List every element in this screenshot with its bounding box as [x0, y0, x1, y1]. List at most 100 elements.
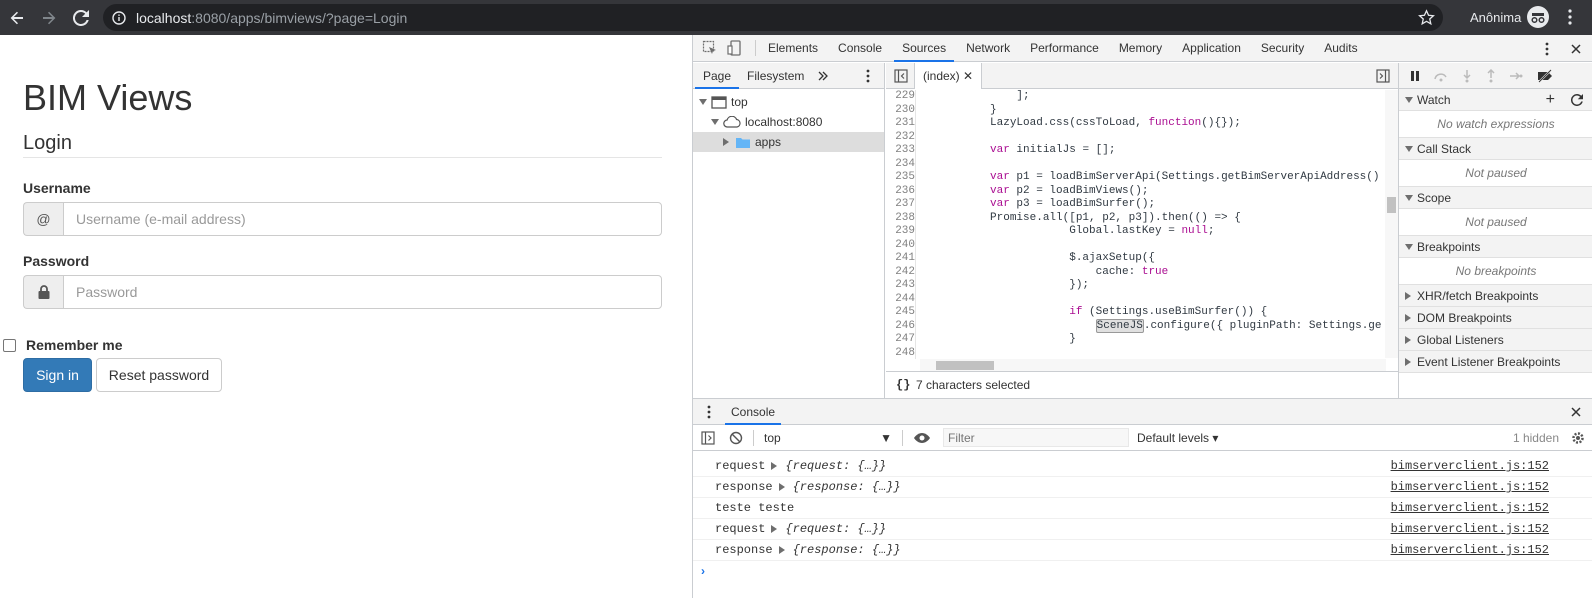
source-link[interactable]: bimserverclient.js:152: [1391, 501, 1549, 515]
tab-security[interactable]: Security: [1253, 35, 1312, 62]
devtools-menu-icon[interactable]: [1545, 42, 1549, 56]
line-number[interactable]: 233: [886, 144, 915, 158]
horizontal-scrollbar[interactable]: [920, 359, 1386, 371]
step-out-icon[interactable]: [1485, 68, 1497, 83]
source-link[interactable]: bimserverclient.js:152: [1391, 543, 1549, 557]
scroll-thumb[interactable]: [1387, 197, 1396, 213]
breakpoints-section-header[interactable]: Breakpoints: [1399, 236, 1592, 258]
call-stack-section-header[interactable]: Call Stack: [1399, 138, 1592, 160]
tree-item-top[interactable]: top: [693, 92, 884, 112]
expand-object-icon[interactable]: [771, 525, 778, 533]
pause-icon[interactable]: [1409, 70, 1421, 82]
line-number[interactable]: 230: [886, 104, 915, 118]
tab-application[interactable]: Application: [1174, 35, 1249, 62]
line-number[interactable]: 237: [886, 198, 915, 212]
line-number[interactable]: 239: [886, 225, 915, 239]
scroll-thumb[interactable]: [936, 361, 994, 370]
scope-section-header[interactable]: Scope: [1399, 187, 1592, 209]
line-number[interactable]: 246: [886, 320, 915, 334]
expand-object-icon[interactable]: [778, 483, 785, 491]
step-icon[interactable]: [1509, 70, 1523, 82]
line-number[interactable]: 235: [886, 171, 915, 185]
expand-object-icon[interactable]: [771, 462, 778, 470]
console-settings-gear-icon[interactable]: [1571, 431, 1585, 445]
line-number[interactable]: 240: [886, 239, 915, 253]
tab-elements[interactable]: Elements: [760, 35, 826, 62]
tree-item-apps[interactable]: apps: [693, 132, 884, 152]
clear-console-icon[interactable]: [729, 431, 743, 445]
more-tabs-icon[interactable]: [818, 71, 829, 81]
back-button[interactable]: [2, 3, 32, 33]
line-number[interactable]: 245: [886, 306, 915, 320]
tab-page[interactable]: Page: [695, 63, 740, 89]
message-object[interactable]: {request: {…}}: [785, 522, 886, 536]
refresh-watch-icon[interactable]: [1571, 93, 1583, 106]
watch-section-header[interactable]: Watch +: [1399, 89, 1592, 111]
line-number[interactable]: 248: [886, 347, 915, 360]
line-number[interactable]: 242: [886, 266, 915, 280]
toggle-debugger-icon[interactable]: [1376, 69, 1390, 83]
source-link[interactable]: bimserverclient.js:152: [1391, 522, 1549, 536]
line-number[interactable]: 236: [886, 185, 915, 199]
line-number[interactable]: 238: [886, 212, 915, 226]
line-number[interactable]: 243: [886, 279, 915, 293]
tab-sources[interactable]: Sources: [894, 35, 955, 62]
message-object[interactable]: {response: {…}}: [793, 543, 901, 557]
source-link[interactable]: bimserverclient.js:152: [1391, 480, 1549, 494]
tab-network[interactable]: Network: [958, 35, 1018, 62]
line-number[interactable]: 241: [886, 252, 915, 266]
source-link[interactable]: bimserverclient.js:152: [1391, 459, 1549, 473]
line-number[interactable]: 232: [886, 131, 915, 145]
log-levels-dropdown[interactable]: Default levels ▾: [1137, 431, 1218, 445]
expand-object-icon[interactable]: [778, 546, 785, 554]
tab-audits[interactable]: Audits: [1316, 35, 1365, 62]
profile-button[interactable]: Anônima: [1470, 6, 1550, 28]
address-bar[interactable]: localhost:8080/apps/bimviews/?page=Login: [103, 4, 1443, 31]
line-number[interactable]: 247: [886, 333, 915, 347]
line-number[interactable]: 231: [886, 117, 915, 131]
console-prompt[interactable]: ›: [693, 561, 1592, 581]
global-listeners-section-header[interactable]: Global Listeners: [1399, 329, 1592, 351]
step-into-icon[interactable]: [1461, 69, 1473, 83]
close-tab-icon[interactable]: ✕: [963, 69, 973, 83]
info-icon[interactable]: [112, 10, 126, 25]
device-toolbar-icon[interactable]: [727, 40, 743, 56]
eye-icon[interactable]: [913, 432, 931, 444]
file-tab-index[interactable]: (index) ✕: [914, 62, 983, 89]
tab-memory[interactable]: Memory: [1111, 35, 1170, 62]
sign-in-button[interactable]: Sign in: [23, 358, 92, 392]
line-number[interactable]: 234: [886, 158, 915, 172]
add-watch-icon[interactable]: +: [1546, 91, 1555, 109]
line-number[interactable]: 244: [886, 293, 915, 307]
event-listener-breakpoints-section-header[interactable]: Event Listener Breakpoints: [1399, 351, 1592, 373]
username-input[interactable]: [63, 202, 662, 236]
toggle-navigator-icon[interactable]: [894, 69, 908, 83]
forward-button[interactable]: [34, 3, 64, 33]
step-over-icon[interactable]: [1433, 70, 1449, 82]
reset-password-button[interactable]: Reset password: [96, 358, 222, 392]
console-sidebar-icon[interactable]: [701, 430, 715, 445]
vertical-scrollbar[interactable]: [1385, 90, 1398, 358]
dom-breakpoints-section-header[interactable]: DOM Breakpoints: [1399, 307, 1592, 329]
code-area[interactable]: 229 230 231 232 233 234 235 236 237 238 …: [886, 90, 1386, 359]
message-object[interactable]: {response: {…}}: [793, 480, 901, 494]
console-filter-input[interactable]: [943, 428, 1129, 447]
deactivate-breakpoints-icon[interactable]: [1537, 68, 1553, 83]
inspect-element-icon[interactable]: [702, 40, 718, 56]
context-selector[interactable]: top ▼: [764, 431, 892, 445]
pretty-print-icon[interactable]: {}: [896, 378, 916, 392]
xhr-breakpoints-section-header[interactable]: XHR/fetch Breakpoints: [1399, 285, 1592, 307]
remember-checkbox[interactable]: [3, 338, 16, 352]
reload-button[interactable]: [66, 3, 96, 33]
bookmark-star-icon[interactable]: [1418, 9, 1435, 26]
tab-performance[interactable]: Performance: [1022, 35, 1107, 62]
close-devtools-icon[interactable]: [1571, 43, 1581, 54]
tab-console[interactable]: Console: [830, 35, 890, 62]
navigator-menu-icon[interactable]: [866, 69, 870, 83]
tree-item-localhost[interactable]: localhost:8080: [693, 112, 884, 132]
close-drawer-icon[interactable]: [1571, 407, 1581, 417]
message-object[interactable]: {request: {…}}: [785, 459, 886, 473]
password-input[interactable]: [63, 275, 662, 309]
tab-filesystem[interactable]: Filesystem: [739, 63, 812, 89]
browser-menu-icon[interactable]: [1568, 9, 1572, 25]
